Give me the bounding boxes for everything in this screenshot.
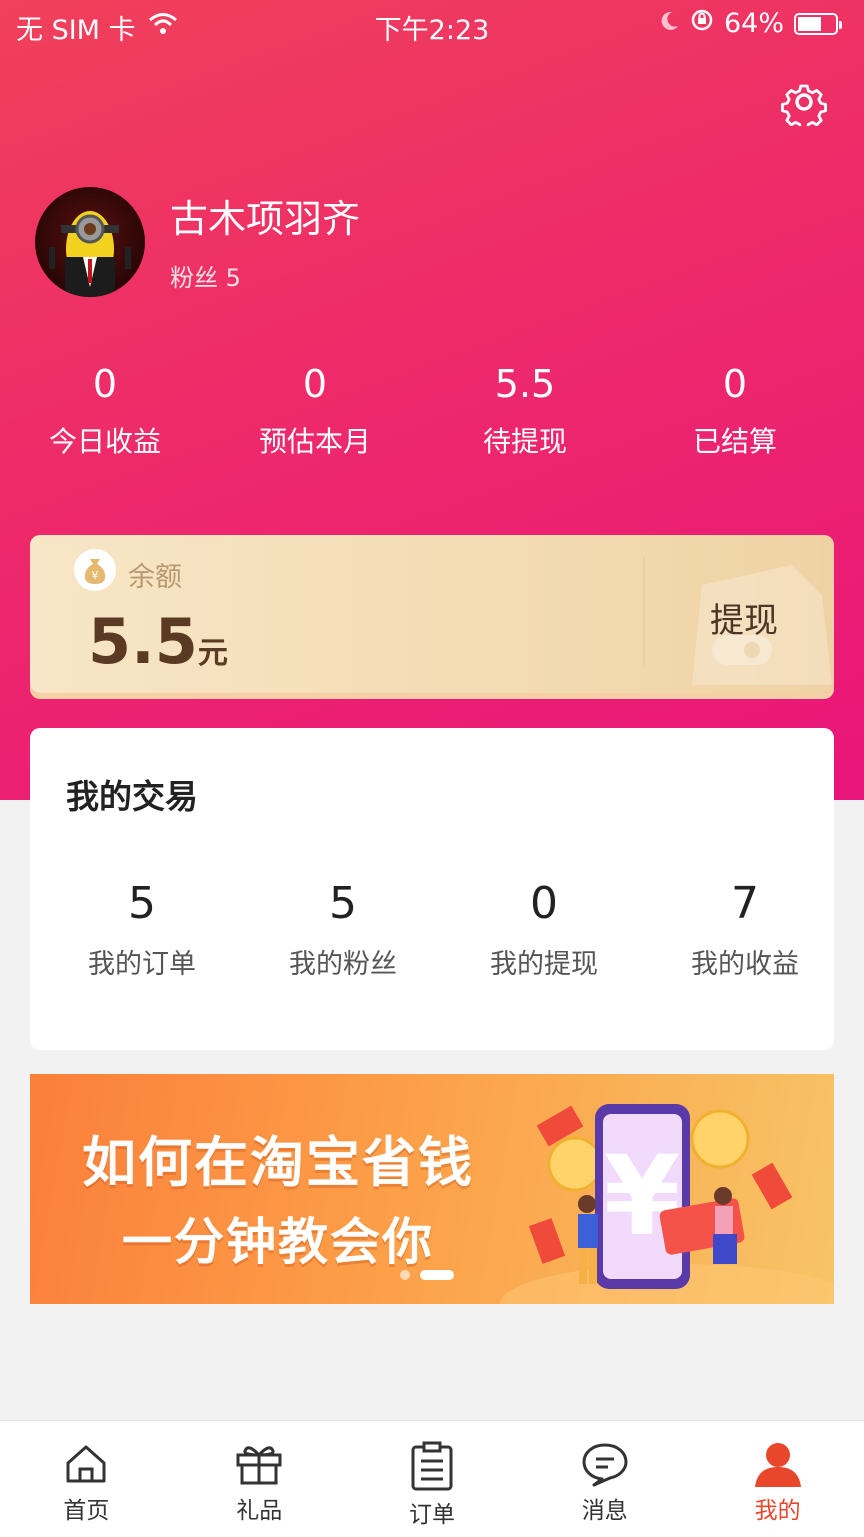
tab-label: 首页 (63, 1498, 110, 1524)
stat-label: 待提现 (482, 425, 567, 458)
money-bag-icon: ¥ (74, 549, 116, 591)
my-earnings-link[interactable]: 7 我的收益 (656, 878, 834, 981)
promo-banner[interactable]: ¥ 如何在淘宝省钱 一分钟教会你 (30, 1074, 834, 1304)
stat-value: 5.5 (494, 362, 556, 406)
bottom-tab-bar: 首页 礼品 订单 消息 我的 (0, 1420, 864, 1537)
fans-count: 粉丝 5 (170, 264, 241, 292)
home-icon (66, 1445, 106, 1483)
user-icon (754, 1443, 801, 1487)
battery-percent: 64% (723, 8, 784, 39)
section-title: 我的交易 (66, 777, 198, 816)
svg-text:¥: ¥ (92, 569, 99, 582)
clipboard-icon (411, 1441, 453, 1491)
battery-icon (794, 12, 842, 35)
moon-icon (658, 8, 680, 39)
tx-label: 我的收益 (691, 949, 799, 980)
settings-gear-icon[interactable] (780, 78, 828, 131)
banner-subtitle: 一分钟教会你 (122, 1213, 434, 1271)
avatar[interactable] (35, 187, 145, 297)
carousel-dot-active[interactable] (420, 1270, 454, 1280)
my-fans-link[interactable]: 5 我的粉丝 (254, 878, 432, 981)
carousel-dot[interactable] (400, 1270, 410, 1280)
stat-today-earnings[interactable]: 0 今日收益 (0, 360, 210, 460)
stat-value: 0 (92, 362, 118, 406)
stat-pending-withdraw[interactable]: 5.5 待提现 (420, 360, 630, 460)
orientation-lock-icon (690, 8, 714, 39)
earnings-stats: 0 今日收益 0 预估本月 5.5 待提现 0 已结算 (0, 360, 864, 460)
stat-value: 0 (722, 362, 748, 406)
tab-messages[interactable]: 消息 (518, 1421, 691, 1537)
tx-label: 我的粉丝 (289, 949, 397, 980)
status-bar: 无 SIM 卡 下午2:23 64% (0, 0, 864, 50)
balance-card: ¥ 余额 5.5元 提现 (30, 535, 834, 693)
tx-value: 5 (128, 878, 156, 929)
stat-label: 今日收益 (48, 425, 161, 458)
tx-label: 我的提现 (490, 949, 598, 980)
stat-label: 预估本月 (258, 425, 371, 458)
balance-value: 5.5 (88, 605, 198, 678)
stat-settled[interactable]: 0 已结算 (630, 360, 840, 460)
stat-value: 0 (302, 362, 328, 406)
tab-gifts[interactable]: 礼品 (173, 1421, 346, 1537)
tx-label: 我的订单 (88, 949, 196, 980)
my-orders-link[interactable]: 5 我的订单 (53, 878, 231, 981)
tx-value: 5 (329, 878, 357, 929)
tab-mine[interactable]: 我的 (691, 1421, 864, 1537)
username: 古木项羽齐 (170, 197, 361, 241)
tab-label: 订单 (408, 1502, 455, 1528)
banner-title: 如何在淘宝省钱 (82, 1131, 474, 1194)
my-withdrawals-link[interactable]: 0 我的提现 (455, 878, 633, 981)
my-transactions-card: 我的交易 5 我的订单 5 我的粉丝 0 我的提现 7 我的收益 (30, 728, 834, 1050)
carousel-indicator (400, 1270, 454, 1280)
balance-unit: 元 (197, 636, 228, 671)
tab-label: 礼品 (236, 1498, 283, 1524)
tx-value: 7 (731, 878, 759, 929)
stat-label: 已结算 (692, 425, 777, 458)
tab-home[interactable]: 首页 (0, 1421, 173, 1537)
stat-estimated-month[interactable]: 0 预估本月 (210, 360, 420, 460)
chat-bubble-icon (582, 1443, 628, 1487)
tab-label: 消息 (581, 1498, 628, 1524)
gift-icon (236, 1446, 282, 1485)
withdraw-button[interactable]: 提现 (710, 593, 778, 642)
balance-amount: 5.5元 (88, 605, 228, 678)
tx-value: 0 (530, 878, 558, 929)
tab-label: 我的 (754, 1498, 801, 1524)
divider (643, 557, 645, 665)
tab-orders[interactable]: 订单 (346, 1421, 519, 1537)
balance-label: 余额 (128, 562, 182, 593)
